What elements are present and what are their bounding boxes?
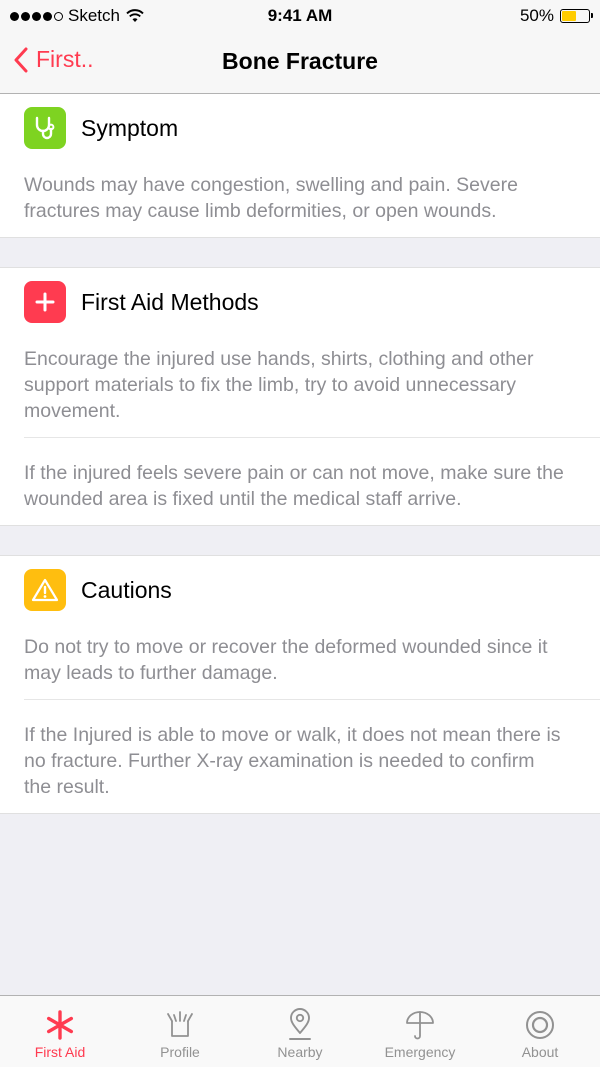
section-paragraph: If the Injured is able to move or walk, … <box>24 699 600 813</box>
page-title: Bone Fracture <box>222 48 378 74</box>
warning-icon <box>24 569 66 611</box>
content: Symptom Wounds may have congestion, swel… <box>0 94 600 814</box>
tab-nearby[interactable]: Nearby <box>240 996 360 1067</box>
plus-icon <box>24 281 66 323</box>
tab-label: About <box>521 1044 559 1060</box>
tab-about[interactable]: About <box>480 996 600 1067</box>
profile-icon <box>165 1006 195 1044</box>
status-bar: Sketch 9:41 AM 50% <box>0 0 600 32</box>
section-header: Cautions <box>0 556 600 624</box>
section-paragraph: Encourage the injured use hands, shirts,… <box>24 348 534 422</box>
tab-first-aid[interactable]: First Aid <box>0 996 120 1067</box>
tab-label: First Aid <box>34 1044 86 1060</box>
section-title: First Aid Methods <box>81 288 259 315</box>
section-header: First Aid Methods <box>0 268 600 336</box>
status-right: 50% <box>519 6 593 26</box>
tab-profile[interactable]: Profile <box>120 996 240 1067</box>
battery-percentage: 50% <box>519 6 554 25</box>
asterisk-icon <box>44 1006 76 1044</box>
tab-label: Nearby <box>277 1044 323 1060</box>
section-paragraph: If the injured feels severe pain or can … <box>24 437 600 525</box>
stethoscope-icon <box>24 107 66 149</box>
section-symptom: Symptom Wounds may have congestion, swel… <box>0 94 600 238</box>
section-cautions: Cautions Do not try to move or recover t… <box>0 555 600 814</box>
about-icon <box>524 1006 556 1044</box>
section-title: Cautions <box>81 576 172 603</box>
battery-icon <box>560 9 593 23</box>
section-header: Symptom <box>0 94 600 162</box>
section-first-aid-methods: First Aid Methods Encourage the injured … <box>0 267 600 526</box>
tab-emergency[interactable]: Emergency <box>360 996 480 1067</box>
location-pin-icon <box>285 1006 315 1044</box>
navigation-bar: First.. Bone Fracture <box>0 32 600 94</box>
section-paragraph: Do not try to move or recover the deform… <box>24 636 548 684</box>
tab-bar: First Aid Profile Nearby Emergency About <box>0 995 600 1067</box>
status-time: 9:41 AM <box>267 6 333 25</box>
section-title: Symptom <box>81 114 179 141</box>
tab-label: Emergency <box>384 1044 456 1060</box>
umbrella-icon <box>404 1006 436 1044</box>
tab-label: Profile <box>160 1044 200 1060</box>
section-paragraph: Wounds may have congestion, swelling and… <box>24 174 518 222</box>
